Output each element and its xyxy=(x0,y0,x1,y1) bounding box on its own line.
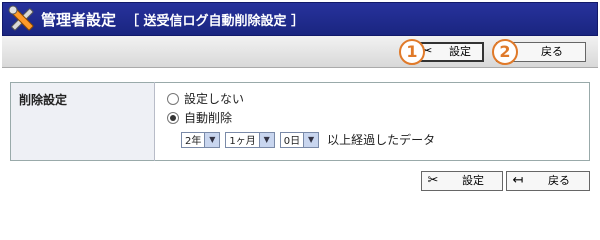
delete-setting-row: 削除設定 設定しない 自動削除 2年 ▼ 1ヶ月 ▼ 0日 ▼ 以上経過したデー… xyxy=(10,82,590,161)
row-label: 削除設定 xyxy=(10,82,155,161)
month-select[interactable]: 1ヶ月 ▼ xyxy=(225,131,275,148)
set-button-label: 設定 xyxy=(449,45,471,58)
footer-set-button[interactable]: ✂ 設定 xyxy=(421,171,503,191)
radio-no-setting[interactable] xyxy=(167,92,179,105)
tools-icon: ✂ xyxy=(427,173,439,188)
footer-back-button-label: 戻る xyxy=(548,174,570,187)
title-bar: 管理者設定 ［ 送受信ログ自動削除設定 ］ xyxy=(2,2,598,36)
year-select-value: 2年 xyxy=(185,136,202,147)
row-value: 設定しない 自動削除 2年 ▼ 1ヶ月 ▼ 0日 ▼ 以上経過したデータ xyxy=(155,83,590,161)
settings-table: 削除設定 設定しない 自動削除 2年 ▼ 1ヶ月 ▼ 0日 ▼ 以上経過したデー… xyxy=(10,82,590,161)
day-select-value: 0日 xyxy=(283,136,301,147)
chevron-down-icon[interactable]: ▼ xyxy=(204,132,220,147)
step-badge-2: 2 xyxy=(492,39,518,65)
page-title: 管理者設定 xyxy=(41,10,117,29)
option-no-setting-label: 設定しない xyxy=(184,92,245,106)
back-arrow-icon: ↤ xyxy=(512,173,524,188)
month-select-value: 1ヶ月 xyxy=(229,136,256,147)
day-select[interactable]: 0日 ▼ xyxy=(279,131,320,148)
period-suffix: 以上経過したデータ xyxy=(327,133,436,147)
option-auto-delete[interactable]: 自動削除 xyxy=(167,108,589,127)
tools-icon xyxy=(8,5,34,31)
period-selects: 2年 ▼ 1ヶ月 ▼ 0日 ▼ 以上経過したデータ xyxy=(181,131,589,148)
footer-back-button[interactable]: ↤ 戻る xyxy=(506,171,590,191)
footer-set-button-label: 設定 xyxy=(462,174,484,187)
chevron-down-icon[interactable]: ▼ xyxy=(303,132,319,147)
option-auto-delete-label: 自動削除 xyxy=(184,111,233,125)
page-subtitle: ［ 送受信ログ自動削除設定 ］ xyxy=(126,13,305,29)
year-select[interactable]: 2年 ▼ xyxy=(181,131,221,148)
step-badge-1: 1 xyxy=(399,39,425,65)
chevron-down-icon[interactable]: ▼ xyxy=(258,132,274,147)
option-no-setting[interactable]: 設定しない xyxy=(167,89,589,108)
radio-auto-delete[interactable] xyxy=(167,111,179,124)
toolbar: ✂ 設定 ↤ 戻る 1 2 xyxy=(2,36,598,68)
back-button-label: 戻る xyxy=(541,45,563,58)
